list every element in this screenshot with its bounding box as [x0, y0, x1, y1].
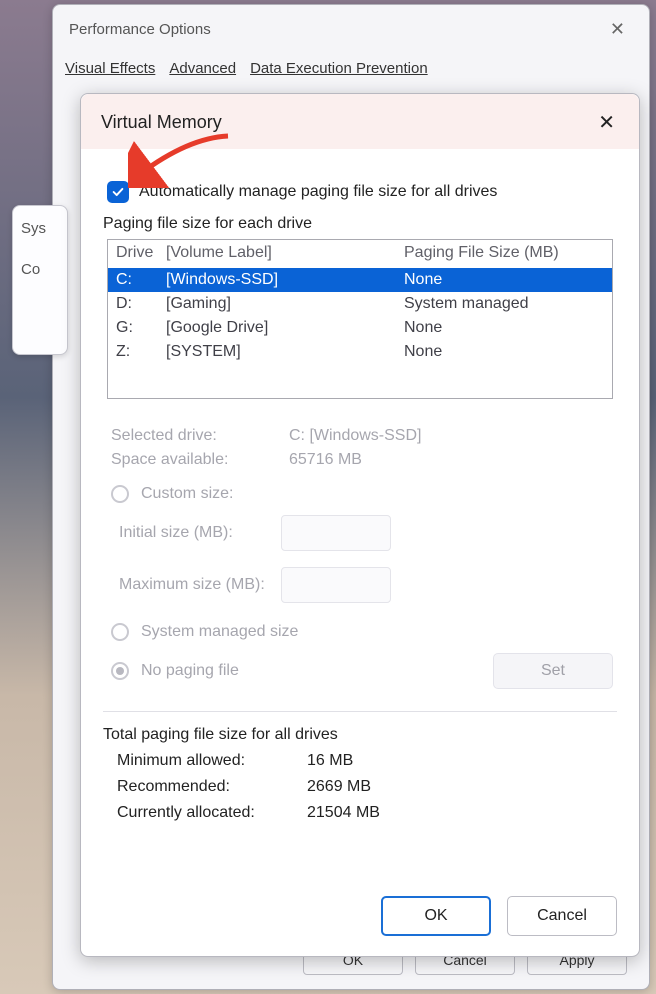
drive-size: None: [404, 319, 604, 337]
no-paging-label: No paging file: [141, 662, 239, 680]
selected-drive-label: Selected drive:: [111, 427, 289, 445]
initial-size-label: Initial size (MB):: [119, 524, 265, 542]
tab-advanced[interactable]: Advanced: [167, 56, 238, 79]
selected-drive-value: C: [Windows-SSD]: [289, 427, 613, 445]
currently-allocated-value: 21504 MB: [307, 804, 380, 822]
auto-manage-label: Automatically manage paging file size fo…: [139, 183, 497, 201]
close-icon[interactable]: ✕: [590, 108, 623, 137]
drive-volume: [Windows-SSD]: [166, 271, 404, 289]
vm-title: Virtual Memory: [101, 112, 222, 133]
partial-text-1: Sys: [21, 220, 59, 237]
custom-size-radio[interactable]: [111, 485, 129, 503]
tab-dep[interactable]: Data Execution Prevention: [248, 56, 430, 79]
drive-volume: [Gaming]: [166, 295, 404, 313]
ok-button[interactable]: OK: [381, 896, 491, 936]
currently-allocated-label: Currently allocated:: [117, 804, 307, 822]
drive-volume: [Google Drive]: [166, 319, 404, 337]
header-volume: [Volume Label]: [166, 244, 404, 262]
maximum-size-row: Maximum size (MB):: [119, 567, 617, 603]
drive-row-g[interactable]: G: [Google Drive] None: [108, 316, 612, 340]
maximum-size-label: Maximum size (MB):: [119, 576, 265, 594]
drive-letter: Z:: [116, 343, 166, 361]
vm-body: Automatically manage paging file size fo…: [81, 149, 639, 876]
drive-letter: D:: [116, 295, 166, 313]
drive-volume: [SYSTEM]: [166, 343, 404, 361]
custom-size-label: Custom size:: [141, 485, 233, 503]
totals-title: Total paging file size for all drives: [103, 726, 617, 744]
set-button[interactable]: Set: [493, 653, 613, 689]
min-allowed-value: 16 MB: [307, 752, 353, 770]
cancel-button[interactable]: Cancel: [507, 896, 617, 936]
drive-row-d[interactable]: D: [Gaming] System managed: [108, 292, 612, 316]
drive-list-header: Drive [Volume Label] Paging File Size (M…: [108, 240, 612, 268]
recommended-label: Recommended:: [117, 778, 307, 796]
system-managed-option: System managed size: [111, 623, 617, 641]
close-icon[interactable]: ✕: [600, 15, 635, 44]
drive-row-c[interactable]: C: [Windows-SSD] None: [108, 268, 612, 292]
drive-letter: G:: [116, 319, 166, 337]
header-drive: Drive: [116, 244, 166, 262]
header-size: Paging File Size (MB): [404, 244, 604, 262]
initial-size-row: Initial size (MB):: [119, 515, 617, 551]
min-allowed-label: Minimum allowed:: [117, 752, 307, 770]
virtual-memory-dialog: Virtual Memory ✕ Automatically manage pa…: [80, 93, 640, 957]
partial-background-window: Sys Co: [12, 205, 68, 355]
drive-list: Drive [Volume Label] Paging File Size (M…: [107, 239, 613, 399]
custom-size-option: Custom size:: [111, 485, 617, 503]
selected-drive-info: Selected drive: C: [Windows-SSD] Space a…: [111, 427, 613, 469]
divider: [103, 711, 617, 712]
parent-title: Performance Options: [69, 21, 211, 38]
system-managed-label: System managed size: [141, 623, 298, 641]
auto-manage-row: Automatically manage paging file size fo…: [107, 181, 617, 203]
partial-text-2: Co: [21, 261, 59, 278]
initial-size-input[interactable]: [281, 515, 391, 551]
system-managed-radio[interactable]: [111, 623, 129, 641]
recommended-value: 2669 MB: [307, 778, 371, 796]
drive-size: None: [404, 271, 604, 289]
space-available-label: Space available:: [111, 451, 289, 469]
tab-visual-effects[interactable]: Visual Effects: [63, 56, 157, 79]
drive-letter: C:: [116, 271, 166, 289]
auto-manage-checkbox[interactable]: [107, 181, 129, 203]
check-icon: [111, 185, 125, 199]
parent-tabs: Visual Effects Advanced Data Execution P…: [53, 54, 649, 79]
totals-section: Total paging file size for all drives Mi…: [103, 726, 617, 822]
drive-list-label: Paging file size for each drive: [103, 215, 617, 233]
vm-footer: OK Cancel: [81, 876, 639, 956]
drive-size: None: [404, 343, 604, 361]
drive-size: System managed: [404, 295, 604, 313]
space-available-value: 65716 MB: [289, 451, 613, 469]
parent-title-bar: Performance Options ✕: [53, 5, 649, 54]
no-paging-radio[interactable]: [111, 662, 129, 680]
drive-row-z[interactable]: Z: [SYSTEM] None: [108, 340, 612, 364]
vm-title-bar: Virtual Memory ✕: [81, 94, 639, 149]
maximum-size-input[interactable]: [281, 567, 391, 603]
